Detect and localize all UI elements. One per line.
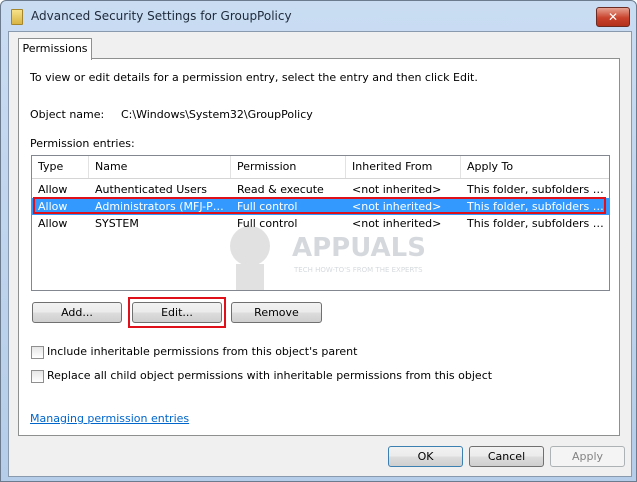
cell-name: Authenticated Users	[95, 183, 208, 196]
cell-permission: Read & execute	[237, 183, 324, 196]
include-inheritable-checkbox[interactable]	[31, 346, 44, 359]
replace-child-permissions-checkbox[interactable]	[31, 370, 44, 383]
cell-type: Allow	[38, 183, 68, 196]
cell-apply-to: This folder, subfolders and files	[467, 183, 609, 196]
cancel-button[interactable]: Cancel	[469, 446, 544, 467]
permissions-panel: To view or edit details for a permission…	[18, 58, 620, 436]
dialog-body: Permissions To view or edit details for …	[8, 31, 632, 477]
cell-inherited-from: <not inherited>	[352, 183, 442, 196]
cell-permission: Full control	[237, 200, 298, 213]
advanced-security-settings-window: Advanced Security Settings for GroupPoli…	[0, 0, 637, 482]
remove-button[interactable]: Remove	[231, 302, 322, 323]
permission-entries-label: Permission entries:	[30, 137, 135, 150]
include-inheritable-label[interactable]: Include inheritable permissions from thi…	[47, 345, 357, 358]
column-header-name[interactable]: Name	[89, 156, 231, 178]
column-header-permission[interactable]: Permission	[231, 156, 346, 178]
cell-type: Allow	[38, 217, 68, 230]
watermark-tagline: TECH HOW-TO'S FROM THE EXPERTS	[293, 266, 423, 274]
apply-button[interactable]: Apply	[550, 446, 625, 467]
table-row[interactable]: Allow Authenticated Users Read & execute…	[32, 181, 609, 198]
instructions-text: To view or edit details for a permission…	[30, 71, 478, 84]
permission-entries-list[interactable]: Type Name Permission Inherited From Appl…	[31, 155, 610, 291]
cell-name: Administrators (MFJ-PC\Administrators)	[95, 200, 231, 213]
tab-permissions[interactable]: Permissions	[18, 38, 92, 60]
close-button[interactable]: ✕	[596, 7, 630, 27]
column-header-type[interactable]: Type	[32, 156, 89, 178]
managing-permission-entries-link[interactable]: Managing permission entries	[30, 412, 189, 425]
cell-apply-to: This folder, subfolders and files	[467, 200, 609, 213]
ok-button[interactable]: OK	[388, 446, 463, 467]
cell-type: Allow	[38, 200, 68, 213]
window-title: Advanced Security Settings for GroupPoli…	[31, 9, 292, 23]
object-name-label: Object name:	[30, 108, 105, 121]
table-row-selected[interactable]: Allow Administrators (MFJ-PC\Administrat…	[32, 198, 609, 215]
column-header-apply-to[interactable]: Apply To	[461, 156, 609, 178]
list-header: Type Name Permission Inherited From Appl…	[32, 156, 609, 179]
cell-apply-to: This folder, subfolders and files	[467, 217, 609, 230]
cell-name: SYSTEM	[95, 217, 139, 230]
appuals-watermark-logo: APPUALS TECH HOW-TO'S FROM THE EXPERTS	[230, 226, 426, 290]
column-header-inherited-from[interactable]: Inherited From	[346, 156, 461, 178]
title-bar[interactable]: Advanced Security Settings for GroupPoli…	[1, 1, 636, 31]
object-name-value: C:\Windows\System32\GroupPolicy	[121, 108, 313, 121]
watermark-brand: APPUALS	[292, 233, 426, 263]
add-button[interactable]: Add...	[32, 302, 122, 323]
replace-child-permissions-label[interactable]: Replace all child object permissions wit…	[47, 369, 492, 382]
folder-icon	[11, 9, 23, 25]
cell-inherited-from: <not inherited>	[352, 200, 442, 213]
edit-button[interactable]: Edit...	[132, 302, 222, 323]
